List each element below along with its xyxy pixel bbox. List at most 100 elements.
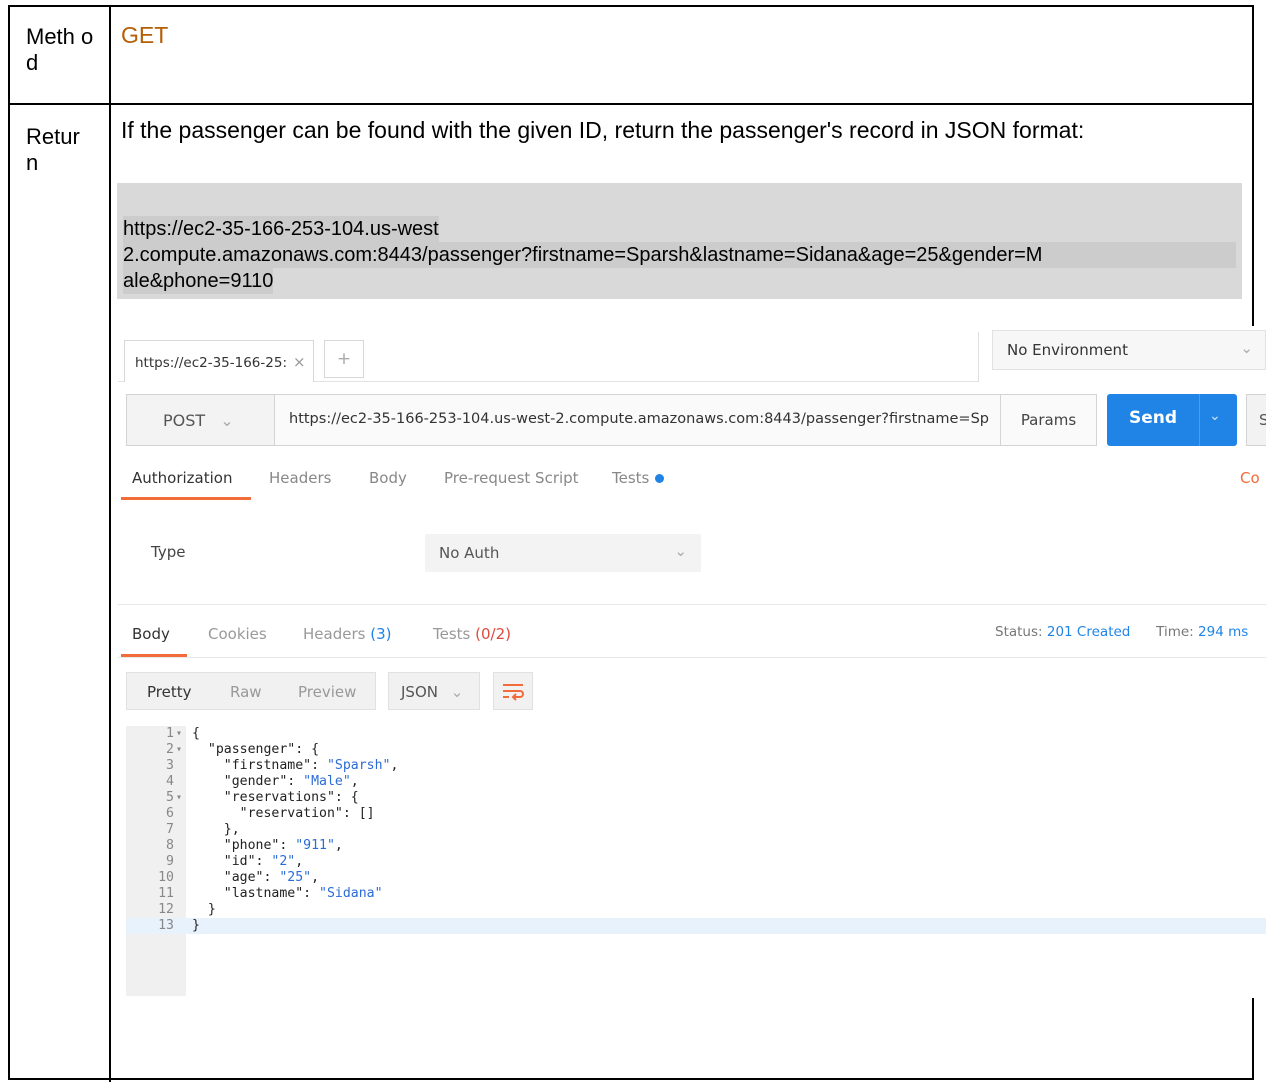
- code-text: "age": "25",: [192, 870, 320, 885]
- code-text: "passenger": {: [192, 742, 320, 757]
- response-tab-headers[interactable]: Headers (3): [303, 625, 391, 643]
- response-tab-body[interactable]: Body: [132, 625, 170, 643]
- environment-value: No Environment: [1007, 341, 1128, 359]
- format-select[interactable]: JSON ⌄: [388, 672, 480, 710]
- tab-pre-request-script[interactable]: Pre-request Script: [444, 469, 579, 487]
- code-line: 9 "id": "2",: [126, 854, 1266, 870]
- http-method-value: POST: [163, 411, 206, 430]
- code-text: "lastname": "Sidana": [192, 886, 383, 901]
- postman-screenshot: https://ec2-35-166-25: × + No Environmen…: [118, 326, 1266, 998]
- code-text: {: [192, 726, 200, 741]
- code-line: 13}: [126, 918, 1266, 934]
- line-number: 1: [166, 726, 174, 741]
- code-text: "phone": "911",: [192, 838, 343, 853]
- line-number: 3: [166, 758, 174, 773]
- line-number: 7: [166, 822, 174, 837]
- chevron-down-icon[interactable]: ⌄: [1209, 408, 1221, 424]
- active-tab-underline: [121, 497, 251, 500]
- line-number: 10: [158, 870, 174, 885]
- row-divider: [10, 103, 1254, 105]
- tab-headers[interactable]: Headers: [269, 469, 331, 487]
- request-tab-title: https://ec2-35-166-25:: [135, 355, 287, 371]
- fold-arrow-icon[interactable]: ▾: [176, 726, 182, 742]
- code-line: 7 },: [126, 822, 1266, 838]
- view-pretty-button[interactable]: Pretty: [147, 683, 192, 701]
- save-button[interactable]: S: [1246, 394, 1266, 446]
- close-icon[interactable]: ×: [293, 353, 306, 371]
- auth-type-label: Type: [151, 543, 186, 561]
- code-line: 2 ▾ "passenger": {: [126, 742, 1266, 758]
- view-raw-button[interactable]: Raw: [230, 683, 262, 701]
- view-preview-button[interactable]: Preview: [298, 683, 356, 701]
- code-text: "reservations": {: [192, 790, 359, 805]
- response-tests-label: Tests: [433, 625, 471, 643]
- line-number: 13: [158, 918, 174, 933]
- url-line-3: ale&phone=9110: [123, 268, 274, 294]
- line-number: 2: [166, 742, 174, 757]
- response-status: Status: 201 Created Time: 294 ms: [995, 624, 1248, 640]
- section-divider: [118, 604, 1266, 605]
- tab-tests-label: Tests: [612, 469, 650, 487]
- code-link[interactable]: Co: [1240, 469, 1260, 487]
- http-method-select[interactable]: POST ⌄: [127, 395, 275, 445]
- code-line: 3 "firstname": "Sparsh",: [126, 758, 1266, 774]
- auth-type-select[interactable]: No Auth ⌄: [425, 534, 701, 572]
- method-label: Meth od: [26, 24, 94, 75]
- params-button[interactable]: Params: [1001, 394, 1097, 446]
- method-value: GET: [121, 22, 169, 48]
- code-line: 4 "gender": "Male",: [126, 774, 1266, 790]
- line-number: 6: [166, 806, 174, 821]
- line-number: 9: [166, 854, 174, 869]
- fold-arrow-icon[interactable]: ▾: [176, 742, 182, 758]
- url-bar: POST ⌄ https://ec2-35-166-253-104.us-wes…: [126, 394, 1001, 446]
- line-number: 11: [158, 886, 174, 901]
- response-tab-tests[interactable]: Tests (0/2): [433, 625, 511, 643]
- line-number: 4: [166, 774, 174, 789]
- response-tests-count: (0/2): [475, 625, 511, 643]
- tab-tests[interactable]: Tests: [612, 469, 665, 487]
- code-line: 10 "age": "25",: [126, 870, 1266, 886]
- fold-arrow-icon[interactable]: ▾: [176, 790, 182, 806]
- request-tabs: Authorization Headers Body Pre-request S…: [118, 466, 1266, 498]
- time-value: 294 ms: [1198, 624, 1249, 640]
- code-text: "reservation": []: [192, 806, 375, 821]
- view-mode-group: Pretty Raw Preview: [126, 672, 376, 710]
- send-separator: [1199, 394, 1200, 446]
- status-label: Status:: [995, 624, 1043, 640]
- line-number: 5: [166, 790, 174, 805]
- response-body-editor[interactable]: 1 ▾{2 ▾ "passenger": {3 "firstname": "Spar…: [126, 726, 1266, 996]
- response-tabs-divider: [118, 657, 1266, 658]
- format-value: JSON: [401, 683, 438, 701]
- chevron-down-icon: ⌄: [674, 542, 687, 560]
- wrap-lines-button[interactable]: [493, 672, 533, 710]
- tab-body[interactable]: Body: [369, 469, 407, 487]
- new-tab-button[interactable]: +: [324, 340, 364, 378]
- url-line-2: 2.compute.amazonaws.com:8443/passenger?f…: [123, 242, 1236, 268]
- tab-authorization[interactable]: Authorization: [132, 469, 232, 487]
- send-button[interactable]: Send ⌄: [1107, 394, 1237, 446]
- line-number: 12: [158, 902, 174, 917]
- code-text: }: [192, 902, 216, 917]
- example-url-block: https://ec2-35-166-253-104.us-west 2.com…: [117, 183, 1242, 299]
- code-text: "id": "2",: [192, 854, 304, 869]
- time-label: Time:: [1156, 624, 1194, 640]
- request-url-input[interactable]: https://ec2-35-166-253-104.us-west-2.com…: [289, 411, 989, 427]
- request-tab[interactable]: https://ec2-35-166-25: ×: [124, 340, 314, 382]
- line-number: 8: [166, 838, 174, 853]
- response-tab-cookies[interactable]: Cookies: [208, 625, 267, 643]
- response-headers-label: Headers: [303, 625, 366, 643]
- env-divider: [978, 332, 979, 382]
- response-headers-count: (3): [370, 625, 392, 643]
- auth-type-value: No Auth: [439, 544, 500, 562]
- environment-select[interactable]: No Environment ⌄: [992, 330, 1266, 370]
- code-text: }: [192, 918, 200, 933]
- chevron-down-icon: ⌄: [450, 683, 464, 701]
- code-line: 11 "lastname": "Sidana": [126, 886, 1266, 902]
- code-line: 12 }: [126, 902, 1266, 918]
- code-text: "firstname": "Sparsh",: [192, 758, 399, 773]
- url-line-1: https://ec2-35-166-253-104.us-west: [123, 216, 439, 242]
- code-text: },: [192, 822, 240, 837]
- return-label: Retur n: [26, 124, 80, 175]
- code-line: 8 "phone": "911",: [126, 838, 1266, 854]
- return-description: If the passenger can be found with the g…: [121, 117, 1085, 143]
